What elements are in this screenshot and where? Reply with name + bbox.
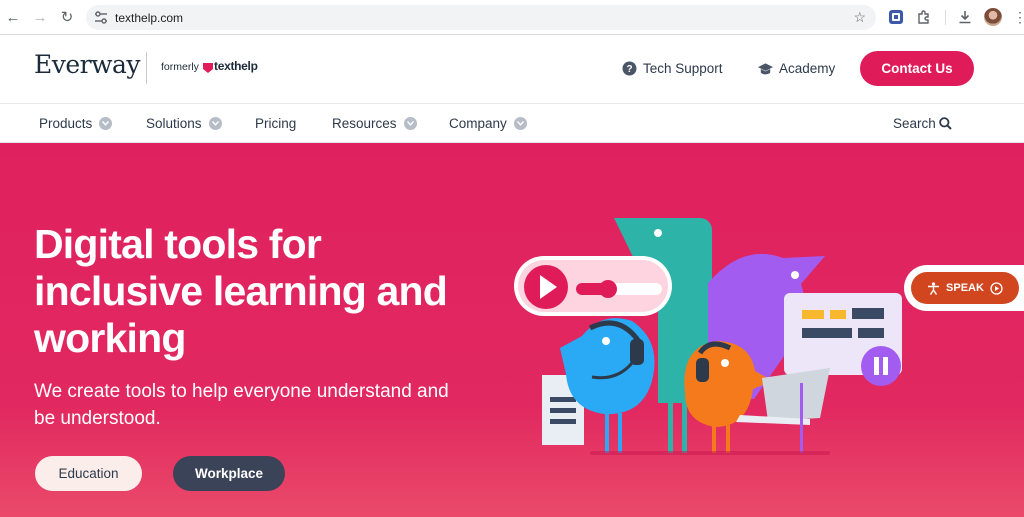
- back-icon[interactable]: ←: [4, 8, 22, 26]
- chevron-down-icon: [99, 117, 113, 130]
- chat-panel: [784, 293, 902, 386]
- accessibility-icon: [928, 281, 940, 295]
- nav-item-solutions[interactable]: Solutions: [146, 116, 222, 131]
- workplace-button[interactable]: Workplace: [173, 456, 285, 491]
- nav-item-pricing[interactable]: Pricing: [255, 116, 296, 131]
- download-icon[interactable]: [957, 9, 973, 25]
- site-settings-icon[interactable]: [94, 11, 108, 24]
- texthelp-wordmark: texthelp: [214, 59, 258, 73]
- nav-item-label: Pricing: [255, 116, 297, 131]
- nav-item-label: Resources: [332, 116, 397, 131]
- education-button[interactable]: Education: [35, 456, 142, 491]
- graduation-cap-icon: [758, 61, 773, 76]
- hero-title: Digital tools for inclusive learning and…: [34, 221, 448, 361]
- extensions-puzzle-icon[interactable]: [916, 9, 932, 25]
- browser-toolbar: ← → ↻ texthelp.com ☆ ⋮: [0, 0, 1024, 35]
- chevron-down-icon: [403, 117, 417, 130]
- texthelp-logo-icon: [203, 63, 213, 73]
- menu-kebab-icon[interactable]: ⋮: [1013, 9, 1024, 26]
- nav-item-products[interactable]: Products: [39, 116, 113, 131]
- play-circle-icon: [990, 281, 1003, 295]
- toolbar-divider: [945, 10, 946, 25]
- address-bar[interactable]: texthelp.com ☆: [86, 5, 876, 30]
- profile-avatar[interactable]: [984, 8, 1002, 26]
- nav-item-label: Solutions: [146, 116, 202, 131]
- main-navigation: Products Solutions Pricing Resources Com…: [0, 103, 1024, 143]
- hero-section: Digital tools for inclusive learning and…: [0, 143, 1024, 517]
- chevron-down-icon: [208, 117, 222, 130]
- hero-illustration: [514, 218, 902, 455]
- site-header: Everway formerly texthelp ? Tech Support…: [0, 35, 1024, 103]
- extension-icon[interactable]: [888, 9, 904, 25]
- tech-support-link[interactable]: ? Tech Support: [622, 61, 723, 76]
- forward-icon[interactable]: →: [31, 8, 49, 26]
- speak-label: SPEAK: [946, 282, 984, 294]
- search-link[interactable]: Search: [893, 116, 952, 131]
- everway-logo[interactable]: Everway: [34, 50, 141, 79]
- academy-label: Academy: [779, 61, 836, 76]
- nav-item-label: Company: [449, 116, 507, 131]
- hero-subtitle: We create tools to help everyone underst…: [34, 381, 449, 429]
- reload-icon[interactable]: ↻: [58, 8, 76, 26]
- chevron-down-icon: [513, 117, 527, 130]
- academy-link[interactable]: Academy: [758, 61, 835, 76]
- contact-us-button[interactable]: Contact Us: [860, 51, 974, 86]
- nav-item-company[interactable]: Company: [449, 116, 527, 131]
- nav-item-label: Products: [39, 116, 93, 131]
- search-label: Search: [893, 116, 936, 131]
- formerly-label: formerly: [161, 61, 199, 73]
- help-circle-icon: ?: [622, 61, 637, 76]
- bookmark-star-icon[interactable]: ☆: [853, 9, 866, 26]
- logo-divider: [146, 52, 147, 84]
- svg-text:?: ?: [626, 64, 632, 75]
- nav-item-resources[interactable]: Resources: [332, 116, 417, 131]
- url-text[interactable]: texthelp.com: [115, 11, 183, 25]
- search-icon: [938, 117, 952, 130]
- tech-support-label: Tech Support: [643, 61, 723, 76]
- video-player: [514, 256, 672, 316]
- speak-button[interactable]: SPEAK: [911, 272, 1019, 304]
